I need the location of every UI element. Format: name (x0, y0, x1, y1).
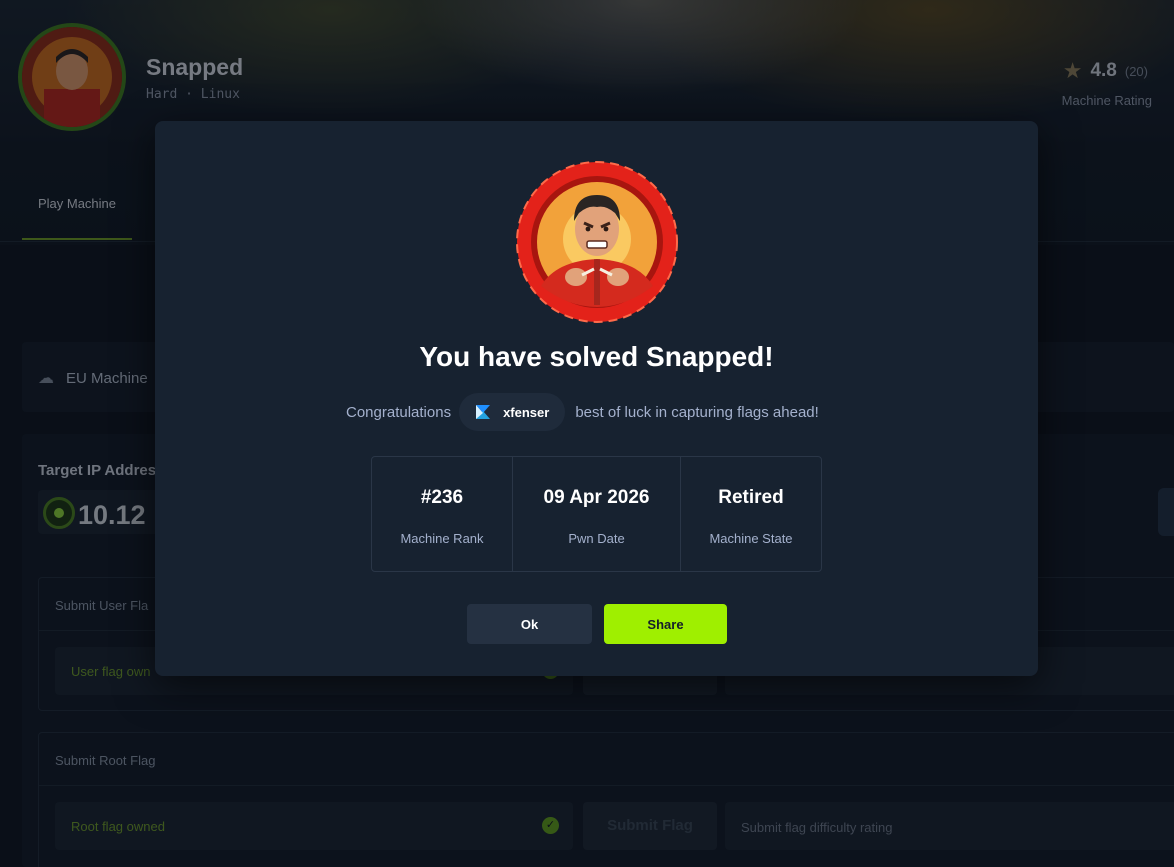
stat-label: Machine Rank (400, 531, 484, 546)
solve-stats: #236 Machine Rank 09 Apr 2026 Pwn Date R… (371, 456, 822, 572)
stat-label: Pwn Date (568, 531, 625, 546)
stat-pwn-date: 09 Apr 2026 Pwn Date (513, 457, 681, 571)
stat-value: 09 Apr 2026 (543, 487, 650, 508)
stat-machine-state: Retired Machine State (681, 457, 821, 571)
share-button[interactable]: Share (604, 604, 727, 644)
stat-label: Machine State (709, 531, 793, 546)
congrats-prefix: Congratulations (346, 403, 452, 421)
stat-machine-rank: #236 Machine Rank (372, 457, 513, 571)
user-profile-chip[interactable]: xfenser (459, 393, 566, 431)
user-avatar-icon (476, 405, 491, 419)
stat-value: #236 (420, 487, 464, 508)
username: xfenser (503, 404, 550, 420)
machine-avatar-large (516, 161, 678, 323)
congrats-message: Congratulations xfenser best of luck in … (346, 393, 819, 431)
stat-value: Retired (718, 487, 784, 508)
machine-solved-modal: You have solved Snapped! Congratulations… (155, 121, 1038, 676)
modal-title: You have solved Snapped! (419, 341, 774, 372)
congrats-suffix: best of luck in capturing flags ahead! (575, 403, 819, 421)
ok-button[interactable]: Ok (467, 604, 592, 644)
